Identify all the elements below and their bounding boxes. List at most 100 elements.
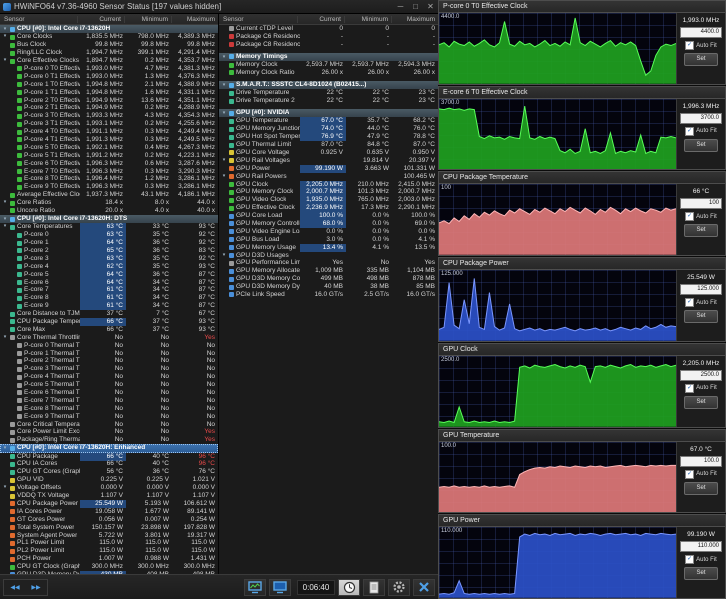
sensor-row[interactable]: CPU Package 66 °C 40 °C 96 °C — [0, 452, 218, 461]
sensor-row[interactable]: ▾ Core Thermal Throttling No No Yes — [0, 334, 218, 342]
graph-monitor-button[interactable] — [244, 578, 266, 596]
sensor-row[interactable]: P-core 2 T0 Effective Clock 1,994.9 MHz 13… — [0, 97, 218, 105]
graph-title[interactable]: CPU Package Temperature — [439, 172, 725, 185]
sensor-row[interactable]: CPU GT Clock (Graphics) 300.0 MHz 300.0 MH… — [0, 563, 218, 571]
expand-collapse-icon[interactable]: ▾ — [221, 252, 227, 260]
sensor-row[interactable]: GPU VID 0.225 V 0.225 V 1.021 V — [0, 476, 218, 484]
sensor-row[interactable]: Memory Clock Ratio 26.00 x 26.00 x 26.00 x — [219, 69, 438, 77]
expand-collapse-icon[interactable]: ▾ — [221, 173, 227, 181]
sensor-row[interactable]: GPU Effective Clock 2,236.9 MHz 17.3 MHz 2,… — [219, 204, 438, 213]
graph-scale-input[interactable]: 125.000 — [680, 284, 722, 296]
window-titlebar[interactable]: HWiNFO64 v7.36-4960 Sensor Status [197 v… — [0, 0, 438, 14]
sensor-row[interactable]: GPU D3D Memory Dynamic 40 MB 38 MB 85 MB — [219, 283, 438, 291]
sensor-row[interactable]: GPU Video Engine Load 0.0 % 0.0 % 0.0 % — [219, 228, 438, 236]
expand-collapse-icon[interactable]: ▾ — [2, 223, 8, 231]
sensor-row[interactable]: CPU Package Power 25.549 W 5.193 W 106.612 … — [0, 499, 218, 508]
sensor-row[interactable]: P-core 1 T1 Effective Clock 1,994.8 MHz 1.… — [0, 89, 218, 97]
sensor-row[interactable]: GPU D3D Memory Committed 499 MB 498 MB 878 … — [219, 275, 438, 283]
sensor-row[interactable]: P-core 1 Thermal Throttling No No No — [0, 350, 218, 358]
sensor-row[interactable]: Current cTDP Level 0 0 0 — [219, 25, 438, 33]
sensor-row[interactable]: GPU Memory Usage 13.4 % 4.1 % 13.5 % — [219, 243, 438, 252]
sensor-row[interactable]: GPU Memory Clock 2,000.7 MHz 101.3 MHz 2,00… — [219, 188, 438, 197]
set-button[interactable]: Set — [684, 567, 718, 581]
sensor-row[interactable]: P-core 1 64 °C 36 °C 92 °C — [0, 239, 218, 247]
expand-collapse-icon[interactable]: ▾ — [2, 25, 8, 33]
sensor-row[interactable]: P-core 0 T0 Effective Clock 1,993.0 MHz 4.… — [0, 65, 218, 73]
expand-collapse-icon[interactable]: ▾ — [2, 215, 8, 223]
sensor-row[interactable]: P-core 0 T1 Effective Clock 1,993.0 MHz 1.… — [0, 73, 218, 81]
sensor-row[interactable]: Drive Temperature 2 22 °C 22 °C 23 °C — [219, 97, 438, 105]
sensor-row[interactable]: PCIe Link Speed 16.0 GT/s 2.5 GT/s 16.0 GT/… — [219, 291, 438, 299]
close-window-button[interactable]: ✕ — [423, 2, 438, 11]
expand-collapse-icon[interactable]: ▾ — [221, 109, 227, 117]
graph-scale-input[interactable]: 100 — [680, 198, 722, 210]
set-button[interactable]: Set — [684, 481, 718, 495]
auto-fit-checkbox[interactable]: ✓ Auto Fit — [685, 126, 717, 136]
sensor-row[interactable]: E-core 9 Thermal Throttling No No No — [0, 413, 218, 421]
column-header-sensor[interactable]: Sensor — [0, 16, 77, 23]
sensor-row[interactable]: GPU Core Load 100.0 % 0.0 % 100.0 % — [219, 212, 438, 220]
sensor-group-header[interactable]: ▾ CPU [#0]: Intel Core i7-13620H: Enhance… — [0, 444, 218, 453]
auto-fit-checkbox[interactable]: ✓ Auto Fit — [685, 41, 717, 50]
sensor-row[interactable]: GPU Hot Spot Temperature76.9 °C 47.9 °C 78… — [219, 133, 438, 142]
sensor-row[interactable]: GPU Core Voltage 0.925 V 0.635 V 0.950 V — [219, 149, 438, 157]
sensor-row[interactable]: P-core 5 Thermal Throttling No No No — [0, 381, 218, 389]
sensor-row[interactable]: PL1 Power Limit 115.0 W 115.0 W 115.0 W — [0, 539, 218, 547]
sensor-row[interactable]: E-core 9 T0 Effective Clock 1,996.3 MHz 0.… — [0, 183, 218, 191]
column-header-current[interactable]: Current — [297, 15, 344, 23]
sensor-row[interactable]: Uncore Ratio 20.0 x 4.0 x 40.0 x — [0, 207, 218, 215]
sensor-row[interactable]: Core Max 66 °C 37 °C 93 °C — [0, 326, 218, 334]
sensor-row[interactable]: E-core 7 61 °C 34 °C 87 °C — [0, 286, 218, 295]
scroll-right-button[interactable]: ▶▶ — [26, 581, 46, 594]
minimize-button[interactable]: ─ — [393, 2, 408, 11]
sensor-row[interactable]: GT Cores Power 0.056 W 0.007 W 0.254 W — [0, 516, 218, 524]
expand-collapse-icon[interactable]: ▾ — [2, 199, 8, 207]
close-button[interactable] — [413, 578, 435, 596]
sensor-row[interactable]: Core Critical Temperature No No No — [0, 421, 218, 429]
column-header-minimum[interactable]: Minimum — [344, 15, 391, 23]
graph-scale-input[interactable]: 4400.0 — [680, 27, 722, 38]
expand-collapse-icon[interactable]: ▾ — [221, 53, 227, 61]
sensor-row[interactable]: GPU Clock 2,205.0 MHz 210.0 MHz 2,415.0 MHz — [219, 180, 438, 189]
graph-title[interactable]: CPU Package Power — [439, 258, 725, 271]
sensor-row[interactable]: E-core 8 61 °C 34 °C 87 °C — [0, 294, 218, 303]
sensor-row[interactable]: Drive Temperature 22 °C 22 °C 23 °C — [219, 89, 438, 97]
sensor-row[interactable]: E-core 6 T0 Effective Clock 1,996.3 MHz 0.… — [0, 160, 218, 168]
set-button[interactable]: Set — [684, 224, 718, 238]
sensor-row[interactable]: Package C6 Residency - - - — [219, 33, 438, 41]
expand-collapse-icon[interactable]: ▾ — [2, 444, 8, 452]
expand-collapse-icon[interactable]: ▾ — [2, 57, 8, 65]
sensor-row[interactable]: ▾ Core Effective Clocks 1,894.7 MHz 0.2 MHz… — [0, 57, 218, 65]
sensor-row[interactable]: GPU Thermal Limit 87.0 °C 84.8 °C 87.0 °C — [219, 141, 438, 149]
sensor-row[interactable]: P-core 5 64 °C 36 °C 87 °C — [0, 270, 218, 279]
sensor-row[interactable]: P-core 2 T1 Effective Clock 1,994.9 MHz 0.… — [0, 104, 218, 112]
sensor-row[interactable]: GPU Video Clock 1,935.0 MHz 765.0 MHz 2,003… — [219, 196, 438, 205]
sensor-row[interactable]: CPU GT Cores (Graphics) 56 °C 36 °C 76 °C — [0, 468, 218, 476]
graph-scale-input[interactable]: 2500.0 — [680, 369, 722, 381]
auto-fit-checkbox[interactable]: ✓ Auto Fit — [685, 469, 717, 479]
sensor-group-header[interactable]: ▾ CPU [#0]: Intel Core i7-13620H — [0, 25, 218, 34]
maximize-button[interactable]: □ — [408, 2, 423, 11]
set-button[interactable]: Set — [684, 138, 718, 152]
sensor-row[interactable]: PL2 Power Limit 115.0 W 115.0 W 115.0 W — [0, 547, 218, 555]
sensor-row[interactable]: ▾ Core Temperatures 63 °C 33 °C 93 °C — [0, 223, 218, 232]
sensor-row[interactable]: Package C8 Residency - - - — [219, 41, 438, 49]
sensor-row[interactable]: VDDQ TX Voltage 1.107 V 1.107 V 1.107 V — [0, 492, 218, 500]
graph-title[interactable]: P-core 0 T0 Effective Clock — [439, 1, 725, 13]
graph-scale-input[interactable]: 100.0 — [680, 455, 722, 467]
graph-title[interactable]: E-core 6 T0 Effective Clock — [439, 86, 725, 99]
graph-scale-input[interactable]: 110.000 — [680, 541, 722, 553]
sensor-row[interactable]: Total System Power 150.157 W 23.898 W 197.8… — [0, 524, 218, 532]
sensor-row[interactable]: P-core 2 65 °C 36 °C 83 °C — [0, 246, 218, 255]
sensor-row[interactable]: P-core 4 T0 Effective Clock 1,991.1 MHz 0.… — [0, 128, 218, 136]
sensor-row[interactable]: P-core 4 Thermal Throttling No No No — [0, 373, 218, 381]
sensor-group-header[interactable]: ▾ CPU [#0]: Intel Core i7-13620H: DTS — [0, 214, 218, 224]
sensor-row[interactable]: Core Distance to TJMAX 37 °C 7 °C 67 °C — [0, 310, 218, 318]
sensor-group-header[interactable]: ▾ GPU [#0]: NVIDIA — [219, 109, 438, 118]
sensor-row[interactable]: ▾ GPU D3D Usages — [219, 252, 438, 260]
sensor-row[interactable]: GPU Memory Controller Load68.0 % 0.0 % 69.… — [219, 219, 438, 228]
sensor-row[interactable]: P-core 3 63 °C 35 °C 92 °C — [0, 254, 218, 263]
expand-collapse-icon[interactable]: ▾ — [2, 33, 8, 41]
sensor-row[interactable]: P-core 3 Thermal Throttling No No No — [0, 365, 218, 373]
expand-collapse-icon[interactable]: ▾ — [2, 334, 8, 342]
